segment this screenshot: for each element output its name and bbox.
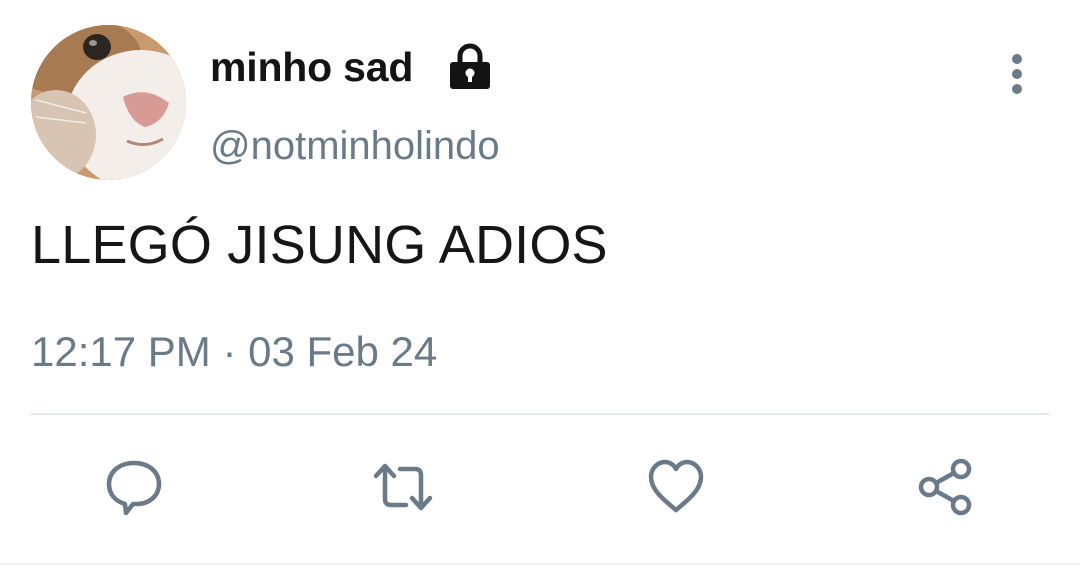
bottom-border bbox=[0, 563, 1080, 565]
avatar[interactable] bbox=[31, 25, 186, 180]
like-button[interactable] bbox=[646, 457, 706, 517]
username-handle[interactable]: @notminholindo bbox=[210, 124, 500, 169]
tweet-timestamp: 12:17 PM · 03 Feb 24 bbox=[31, 328, 438, 375]
cat-avatar bbox=[31, 25, 186, 180]
display-name[interactable]: minho sad bbox=[210, 44, 413, 91]
reply-icon bbox=[106, 460, 162, 516]
more-vertical-icon[interactable] bbox=[1000, 53, 1034, 97]
retweet-icon bbox=[373, 463, 433, 511]
tweet-text: LLEGÓ JISUNG ADIOS bbox=[31, 215, 608, 275]
lock-icon bbox=[450, 43, 490, 89]
divider bbox=[31, 413, 1049, 415]
retweet-button[interactable] bbox=[373, 457, 433, 517]
share-button[interactable] bbox=[916, 457, 976, 517]
like-icon bbox=[648, 459, 704, 513]
share-icon bbox=[918, 458, 972, 516]
reply-button[interactable] bbox=[104, 457, 164, 517]
